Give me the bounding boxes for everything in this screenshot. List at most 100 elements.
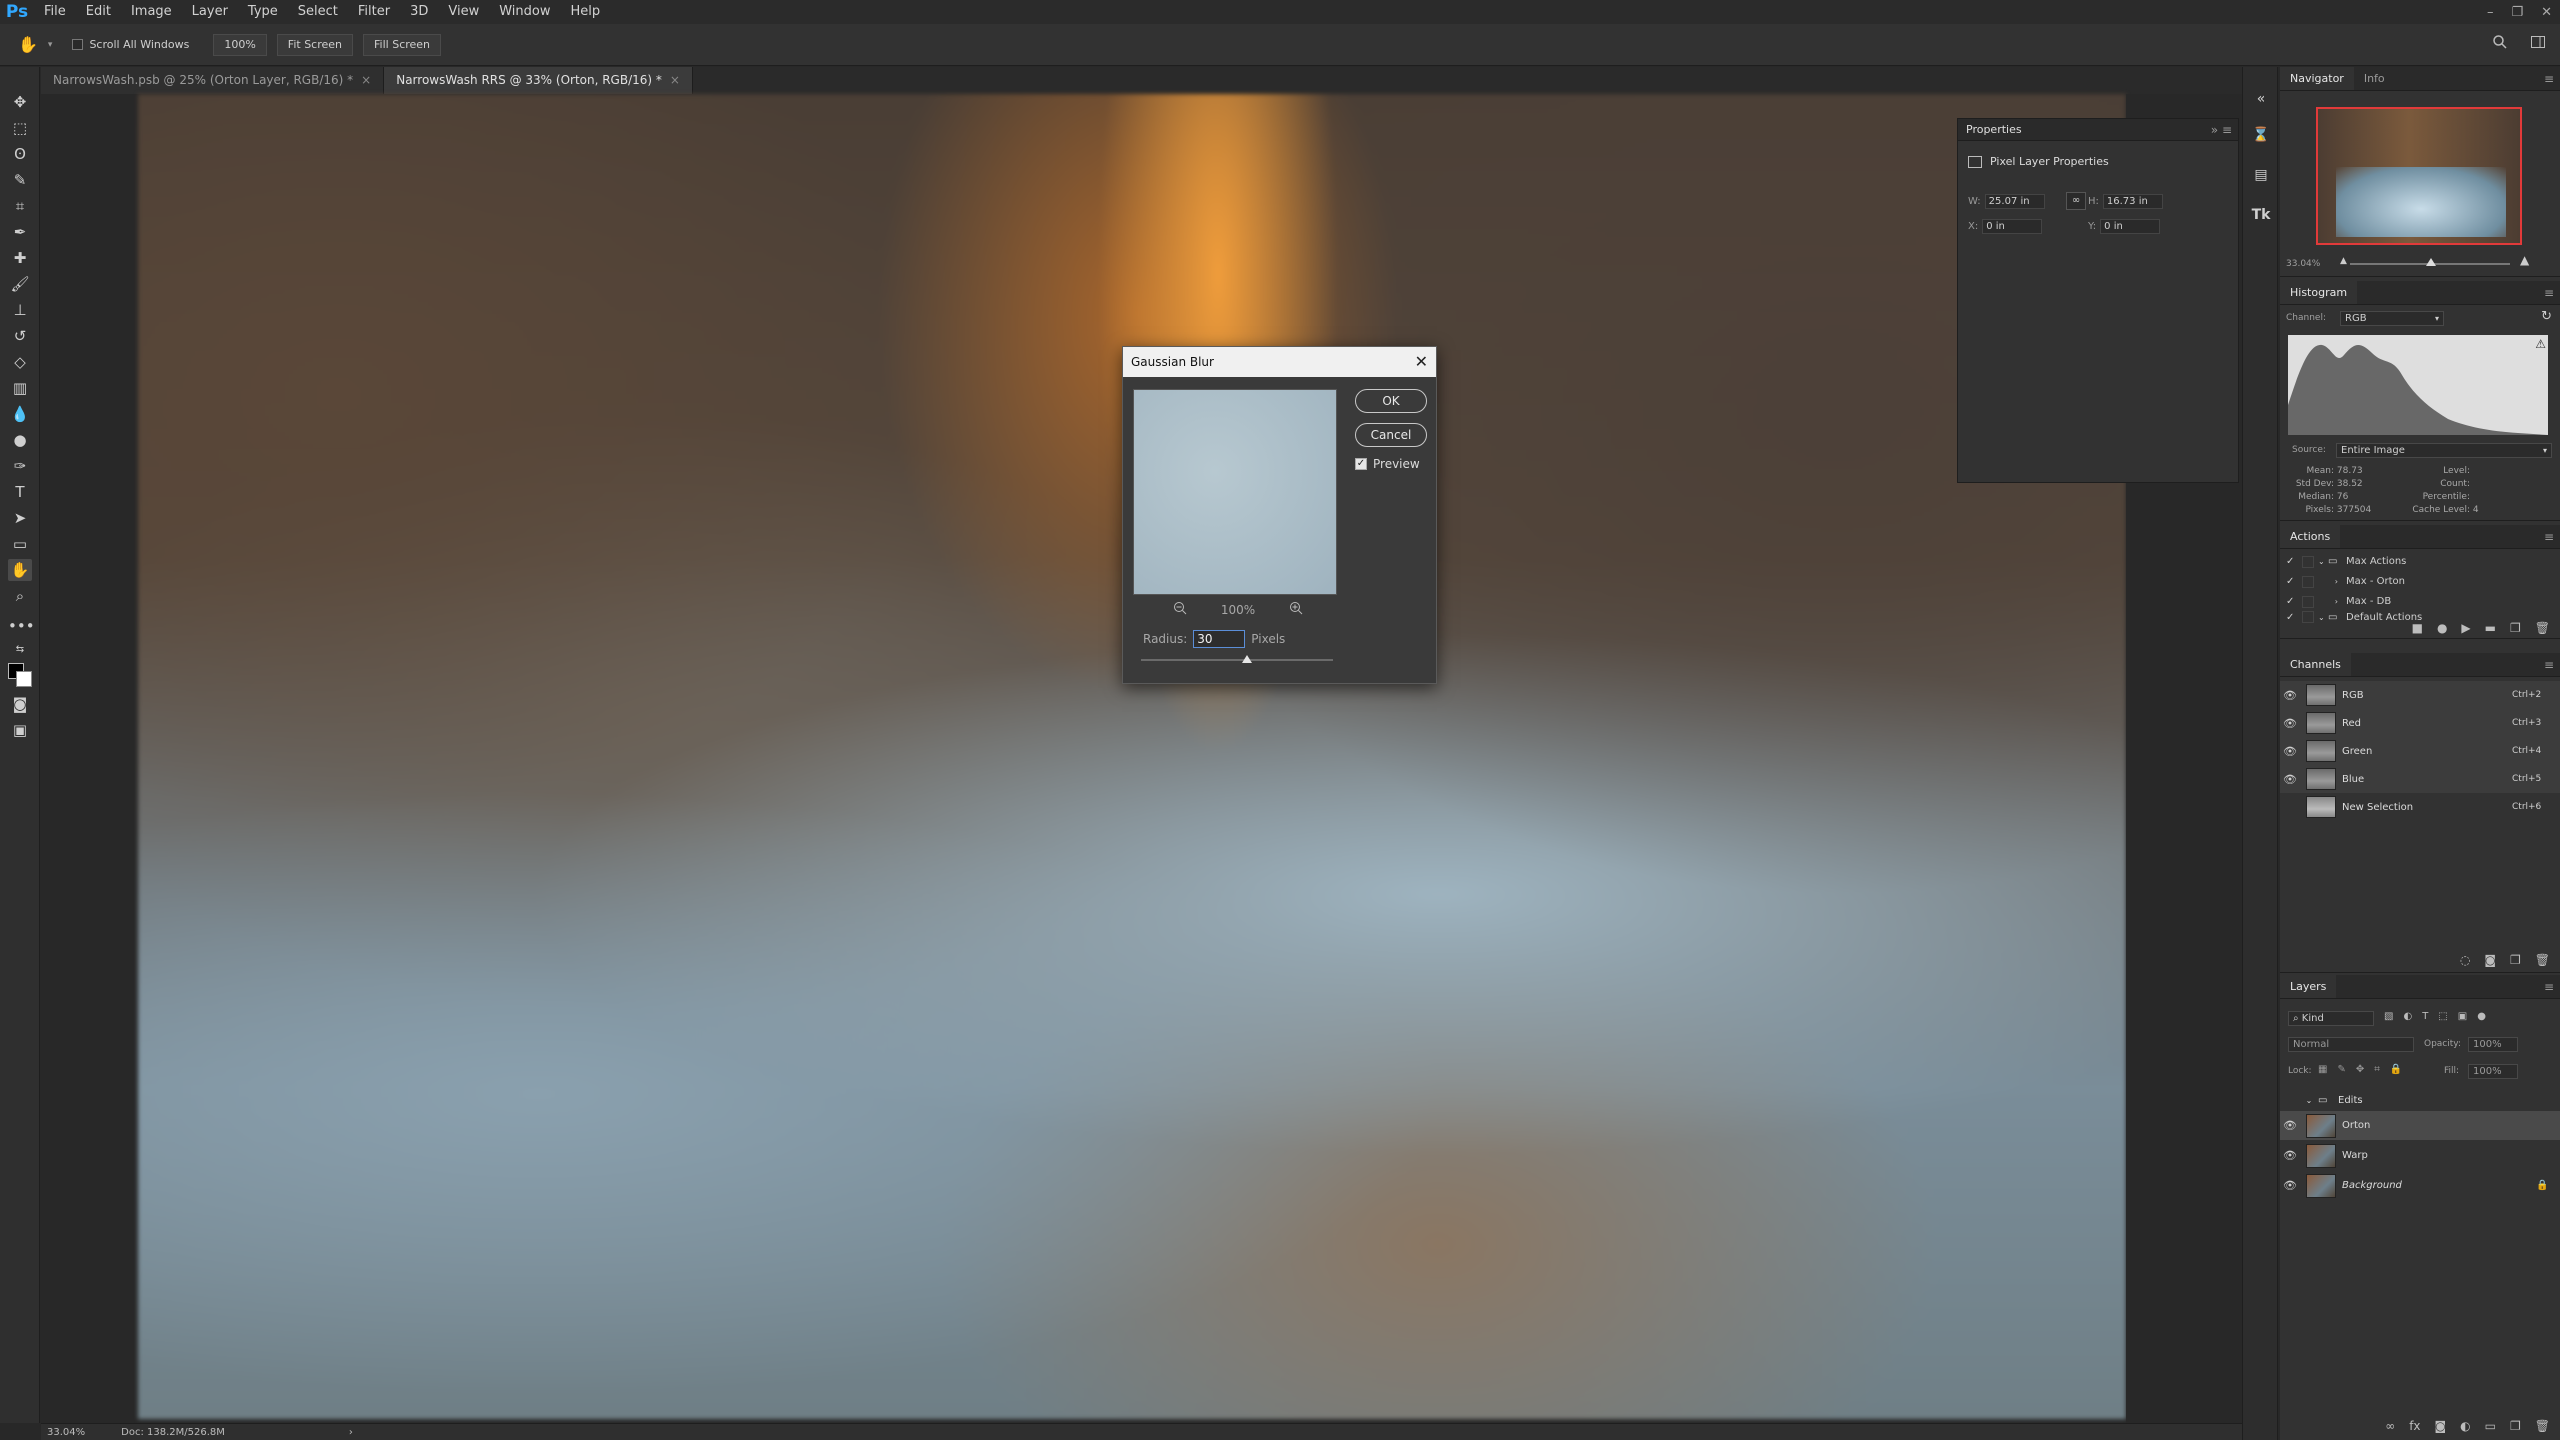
stop-icon[interactable]: ■	[2412, 621, 2423, 635]
gradient-tool-icon[interactable]: ▥	[8, 377, 32, 399]
delete-icon[interactable]: 🗑	[2535, 953, 2550, 967]
eye-icon[interactable]: 👁	[2280, 1149, 2300, 1162]
eye-icon[interactable]: 👁	[2280, 773, 2300, 786]
document-tab-active[interactable]: NarrowsWash RRS @ 33% (Orton, RGB/16) * ×	[384, 67, 693, 94]
close-icon[interactable]: ✕	[1415, 347, 1428, 377]
adjustment-filter-icon[interactable]: ◐	[2403, 1011, 2412, 1022]
healing-brush-tool-icon[interactable]: ✚	[8, 247, 32, 269]
properties-icon[interactable]: ▤	[2249, 163, 2273, 187]
collapse-icon[interactable]: «	[2249, 87, 2273, 111]
opacity-field[interactable]: 100%	[2468, 1037, 2518, 1052]
navigator-zoom-value[interactable]: 33.04%	[2286, 259, 2320, 269]
tab-actions[interactable]: Actions	[2280, 525, 2341, 548]
search-icon[interactable]	[2492, 34, 2508, 54]
tab-info[interactable]: Info	[2354, 67, 2395, 90]
new-set-icon[interactable]: ▬	[2485, 621, 2496, 635]
background-color-swatch[interactable]	[16, 671, 32, 687]
fit-screen-button[interactable]: Fit Screen	[276, 33, 354, 56]
link-icon[interactable]: ∞	[2066, 192, 2086, 210]
check-icon[interactable]: ✓	[2286, 612, 2298, 623]
chevron-down-icon[interactable]: ⌄	[2318, 557, 2328, 566]
menu-filter[interactable]: Filter	[348, 0, 400, 24]
minimize-button[interactable]: –	[2487, 5, 2494, 20]
source-select[interactable]: Entire Image ▾	[2336, 443, 2552, 458]
channel-row-red[interactable]: 👁 Red Ctrl+3	[2280, 709, 2560, 737]
link-layers-icon[interactable]: ∞	[2385, 1419, 2395, 1433]
chevron-down-icon[interactable]: ⌄	[2300, 1096, 2318, 1105]
quick-selection-tool-icon[interactable]: ✎	[8, 169, 32, 191]
swap-colors-icon[interactable]: ⇆	[8, 639, 32, 661]
tab-channels[interactable]: Channels	[2280, 653, 2351, 676]
layer-row-warp[interactable]: 👁 Warp	[2280, 1141, 2560, 1170]
tab-layers[interactable]: Layers	[2280, 975, 2337, 998]
hand-tool-icon[interactable]: ✋	[18, 35, 38, 54]
panel-menu-icon[interactable]: » ≡	[2211, 119, 2232, 141]
blur-tool-icon[interactable]: 💧	[8, 403, 32, 425]
refresh-icon[interactable]: ↻	[2541, 309, 2552, 324]
delete-icon[interactable]: 🗑	[2535, 621, 2550, 635]
action-row[interactable]: ✓ ⌄ ▭ Default Actions	[2286, 611, 2422, 623]
more-tools-icon[interactable]: •••	[8, 615, 35, 637]
lock-all-icon[interactable]: 🔒	[2390, 1064, 2402, 1075]
menu-edit[interactable]: Edit	[76, 0, 121, 24]
scroll-all-windows-checkbox[interactable]: Scroll All Windows	[72, 38, 189, 51]
dialog-toggle[interactable]	[2302, 595, 2314, 608]
fx-icon[interactable]: fx	[2409, 1419, 2420, 1433]
filter-toggle-icon[interactable]: ●	[2477, 1011, 2486, 1022]
zoom-tool-icon[interactable]: ⌕	[8, 585, 32, 607]
lasso-tool-icon[interactable]: ʘ	[8, 143, 32, 165]
menu-3d[interactable]: 3D	[400, 0, 438, 24]
play-icon[interactable]: ▶	[2461, 621, 2470, 635]
rectangle-tool-icon[interactable]: ▭	[8, 533, 32, 555]
new-action-icon[interactable]: ❐	[2510, 621, 2521, 635]
x-field[interactable]: 0 in	[1982, 219, 2043, 234]
menu-layer[interactable]: Layer	[182, 0, 238, 24]
check-icon[interactable]: ✓	[2286, 576, 2298, 587]
menu-type[interactable]: Type	[238, 0, 288, 24]
preview-checkbox[interactable]: ✓ Preview	[1355, 457, 1420, 471]
cancel-button[interactable]: Cancel	[1355, 423, 1427, 447]
zoom-in-icon[interactable]	[1289, 601, 1303, 618]
path-selection-tool-icon[interactable]: ➤	[8, 507, 32, 529]
panel-menu-icon[interactable]: ≡	[2544, 281, 2554, 305]
clone-stamp-tool-icon[interactable]: ⊥	[8, 299, 32, 321]
eye-icon[interactable]: 👁	[2280, 1179, 2300, 1192]
pen-tool-icon[interactable]: ✑	[8, 455, 32, 477]
zoom-in-mountain-icon[interactable]: ▲	[2520, 253, 2529, 267]
restore-button[interactable]: ❐	[2511, 5, 2523, 20]
zoom-100-button[interactable]: 100%	[213, 33, 267, 56]
warning-icon[interactable]: ⚠	[2535, 337, 2546, 351]
channel-row-blue[interactable]: 👁 Blue Ctrl+5	[2280, 765, 2560, 793]
canvas-area[interactable]	[41, 94, 2220, 1423]
channel-row-new-selection[interactable]: New Selection Ctrl+6	[2280, 793, 2560, 821]
brush-tool-icon[interactable]: 🖌	[8, 273, 32, 295]
chevron-right-icon[interactable]: ›	[2318, 577, 2346, 586]
type-tool-icon[interactable]: T	[8, 481, 32, 503]
layer-row-background[interactable]: 👁 Background 🔒	[2280, 1171, 2560, 1200]
adjustment-layer-icon[interactable]: ◐	[2460, 1419, 2470, 1433]
tab-histogram[interactable]: Histogram	[2280, 281, 2358, 304]
menu-select[interactable]: Select	[288, 0, 348, 24]
menu-image[interactable]: Image	[121, 0, 182, 24]
layer-filter-select[interactable]: ⌕ Kind	[2288, 1011, 2374, 1026]
dialog-toggle[interactable]	[2302, 611, 2314, 623]
menu-window[interactable]: Window	[489, 0, 560, 24]
eye-icon[interactable]: 👁	[2280, 1119, 2300, 1132]
history-brush-tool-icon[interactable]: ↺	[8, 325, 32, 347]
lock-artboard-icon[interactable]: ⌗	[2374, 1064, 2380, 1075]
menu-file[interactable]: File	[34, 0, 76, 24]
workspace-icon[interactable]	[2530, 34, 2546, 54]
dialog-toggle[interactable]	[2302, 575, 2314, 588]
eye-icon[interactable]: 👁	[2280, 745, 2300, 758]
status-menu-arrow[interactable]: ›	[349, 1427, 353, 1438]
new-group-icon[interactable]: ▭	[2485, 1419, 2496, 1433]
fill-screen-button[interactable]: Fill Screen	[363, 33, 442, 56]
navigator-zoom-slider[interactable]	[2350, 258, 2510, 266]
channel-row-rgb[interactable]: 👁 RGB Ctrl+2	[2280, 681, 2560, 709]
load-selection-icon[interactable]: ◌	[2460, 953, 2470, 967]
close-tab-icon[interactable]: ×	[361, 73, 371, 87]
y-field[interactable]: 0 in	[2100, 219, 2161, 234]
record-icon[interactable]: ●	[2437, 621, 2447, 635]
channel-row-green[interactable]: 👁 Green Ctrl+4	[2280, 737, 2560, 765]
delete-icon[interactable]: 🗑	[2535, 1419, 2550, 1433]
